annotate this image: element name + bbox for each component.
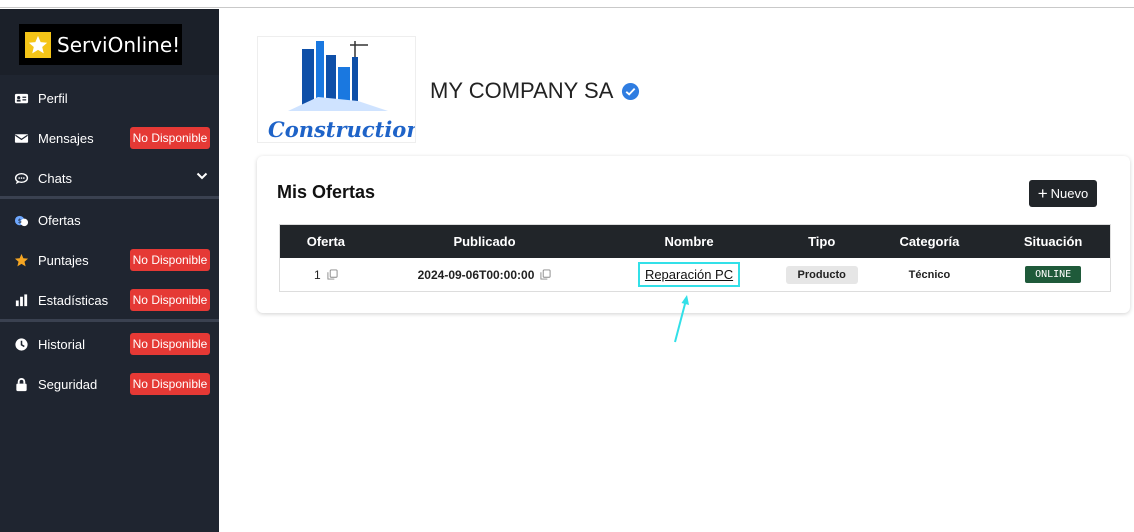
copy-icon[interactable] bbox=[540, 269, 551, 280]
check-badge-icon bbox=[622, 82, 640, 100]
offers-table: Oferta Publicado Nombre Tipo Categoría S… bbox=[279, 224, 1111, 292]
column-header[interactable]: Nombre bbox=[597, 234, 781, 249]
offer-id: 1 bbox=[314, 267, 321, 282]
company-header: MY COMPANY SA bbox=[430, 78, 640, 104]
sidebar-item-perfil[interactable]: Perfil bbox=[0, 80, 219, 116]
brand-logo[interactable]: ServiOnline! bbox=[19, 24, 182, 65]
sidebar-item-seguridad[interactable]: Seguridad No Disponible bbox=[0, 366, 219, 402]
category-value: Técnico bbox=[908, 268, 951, 281]
new-offer-label: Nuevo bbox=[1050, 186, 1089, 201]
svg-text:$: $ bbox=[17, 216, 21, 224]
chat-icon bbox=[13, 170, 29, 186]
unavailable-badge: No Disponible bbox=[130, 127, 210, 149]
status-badge: ONLINE bbox=[1025, 266, 1082, 283]
sidebar-item-label: Ofertas bbox=[38, 212, 81, 228]
column-header[interactable]: Publicado bbox=[372, 234, 597, 249]
unavailable-badge: No Disponible bbox=[130, 373, 210, 395]
clock-icon bbox=[13, 336, 29, 352]
unavailable-badge: No Disponible bbox=[130, 289, 210, 311]
offers-card: Mis Ofertas + Nuevo Oferta Publicado Nom… bbox=[257, 156, 1130, 313]
company-name: MY COMPANY SA bbox=[430, 78, 614, 103]
sidebar-item-label: Estadísticas bbox=[38, 292, 109, 308]
sidebar-divider bbox=[0, 319, 219, 322]
type-badge: Producto bbox=[785, 265, 858, 284]
new-offer-button[interactable]: + Nuevo bbox=[1029, 180, 1097, 207]
unavailable-badge: No Disponible bbox=[130, 333, 210, 355]
type-cell: Producto bbox=[781, 265, 863, 284]
sidebar-item-label: Mensajes bbox=[38, 130, 94, 146]
sidebar-item-estadisticas[interactable]: Estadísticas No Disponible bbox=[0, 282, 219, 318]
lock-icon bbox=[13, 376, 29, 392]
id-card-icon bbox=[13, 90, 29, 106]
star-icon bbox=[13, 252, 29, 268]
table-row: 1 2024-09-06T00:00:00 Reparación PC Prod… bbox=[280, 258, 1110, 291]
sidebar-item-label: Puntajes bbox=[38, 252, 89, 268]
bar-chart-icon bbox=[13, 292, 29, 308]
column-header[interactable]: Situación bbox=[996, 234, 1110, 249]
copy-icon[interactable] bbox=[327, 269, 338, 280]
sidebar-item-puntajes[interactable]: Puntajes No Disponible bbox=[0, 242, 219, 278]
top-bar bbox=[0, 0, 1134, 8]
offers-title: Mis Ofertas bbox=[277, 182, 376, 202]
sidebar-item-label: Historial bbox=[38, 336, 85, 352]
unavailable-badge: No Disponible bbox=[130, 249, 210, 271]
offer-id-cell: 1 bbox=[280, 268, 372, 282]
sidebar-item-chats[interactable]: Chats bbox=[0, 160, 219, 196]
money-icon: $ bbox=[13, 212, 29, 228]
name-cell: Reparación PC bbox=[597, 262, 781, 287]
company-logo: Construction bbox=[257, 36, 416, 143]
envelope-icon bbox=[13, 130, 29, 146]
sidebar-item-mensajes[interactable]: Mensajes No Disponible bbox=[0, 120, 219, 156]
sidebar-item-label: Chats bbox=[38, 170, 72, 186]
table-header: Oferta Publicado Nombre Tipo Categoría S… bbox=[280, 225, 1110, 258]
column-header[interactable]: Oferta bbox=[280, 234, 372, 249]
sidebar-divider bbox=[0, 196, 219, 199]
column-header[interactable]: Categoría bbox=[863, 234, 997, 249]
star-icon bbox=[25, 31, 51, 58]
published-cell: 2024-09-06T00:00:00 bbox=[372, 268, 597, 282]
published-date: 2024-09-06T00:00:00 bbox=[417, 267, 535, 282]
sidebar-item-label: Perfil bbox=[38, 90, 68, 106]
column-header[interactable]: Tipo bbox=[781, 234, 863, 249]
pointer-arrow-icon bbox=[674, 295, 689, 343]
sidebar-item-historial[interactable]: Historial No Disponible bbox=[0, 326, 219, 362]
logo-text: Construction bbox=[268, 117, 416, 142]
buildings-icon bbox=[288, 41, 388, 111]
sidebar-item-label: Seguridad bbox=[38, 376, 98, 392]
brand-name: ServiOnline! bbox=[57, 32, 181, 57]
sidebar: ServiOnline! Perfil Mensajes No Disponib… bbox=[0, 9, 219, 532]
category-cell: Técnico bbox=[863, 269, 997, 281]
chevron-down-icon[interactable] bbox=[196, 170, 208, 182]
sidebar-item-ofertas[interactable]: $ Ofertas bbox=[0, 202, 219, 238]
offer-name-link[interactable]: Reparación PC bbox=[637, 262, 741, 287]
plus-icon: + bbox=[1037, 183, 1048, 203]
status-cell: ONLINE bbox=[996, 266, 1110, 283]
